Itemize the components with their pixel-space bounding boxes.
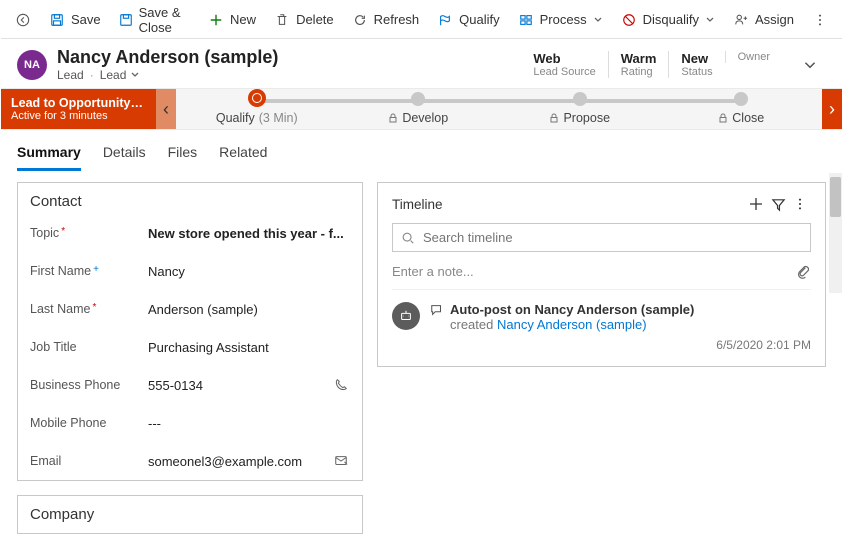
process-icon (518, 12, 534, 28)
required-indicator: * (61, 226, 65, 237)
tab-details[interactable]: Details (103, 140, 146, 171)
chevron-down-icon (705, 15, 715, 25)
disqualify-button[interactable]: Disqualify (613, 8, 723, 32)
chevron-down-icon (593, 15, 603, 25)
trash-icon (274, 12, 290, 28)
stage-node (734, 92, 748, 106)
post-type-icon (430, 303, 444, 317)
save-label: Save (71, 12, 101, 27)
timeline-add-button[interactable] (745, 193, 767, 215)
save-close-label: Save & Close (139, 5, 190, 35)
process-button[interactable]: Process (510, 8, 611, 32)
tab-summary[interactable]: Summary (17, 140, 81, 171)
scrollbar-thumb[interactable] (830, 177, 841, 217)
command-bar: Save Save & Close New Delete Refresh (1, 1, 842, 39)
assign-label: Assign (755, 12, 794, 27)
phone-icon[interactable] (332, 376, 350, 394)
company-section-title: Company (18, 496, 362, 527)
field-job-title[interactable]: Job Title Purchasing Assistant (18, 328, 362, 366)
form-selector[interactable]: Lead (100, 68, 141, 82)
timeline-post[interactable]: Auto-post on Nancy Anderson (sample) cre… (392, 290, 811, 356)
disqualify-icon (621, 12, 637, 28)
tab-files[interactable]: Files (168, 140, 198, 171)
stage-develop[interactable]: Develop (338, 89, 500, 129)
field-last-name[interactable]: Last Name* Anderson (sample) (18, 290, 362, 328)
bot-avatar-icon (392, 302, 420, 330)
separator-dot: · (90, 68, 94, 82)
timeline-search[interactable] (392, 223, 811, 252)
company-section: Company (17, 495, 363, 534)
field-business-phone[interactable]: Business Phone 555-0134 (18, 366, 362, 404)
plus-icon (208, 12, 224, 28)
back-button[interactable] (7, 8, 39, 32)
new-button[interactable]: New (200, 8, 264, 32)
timeline-note-row[interactable]: Enter a note... (392, 260, 811, 290)
field-first-name[interactable]: First Name+ Nancy (18, 252, 362, 290)
field-topic[interactable]: Topic* New store opened this year - f... (18, 214, 362, 252)
save-button[interactable]: Save (41, 8, 109, 32)
attachment-icon[interactable] (796, 264, 811, 279)
stage-close[interactable]: Close (661, 89, 823, 129)
stage-qualify[interactable]: Qualify (3 Min) (176, 89, 338, 129)
header-fields: Web Lead Source Warm Rating New Status O… (521, 51, 782, 78)
new-label: New (230, 12, 256, 27)
disqualify-label: Disqualify (643, 12, 699, 27)
contact-section-title: Contact (18, 183, 362, 214)
stage-node (573, 92, 587, 106)
save-icon (49, 12, 65, 28)
header-lead-source[interactable]: Web Lead Source (521, 51, 607, 78)
contact-section: Contact Topic* New store opened this yea… (17, 182, 363, 481)
header-status[interactable]: New Status (668, 51, 724, 78)
assign-icon (733, 12, 749, 28)
post-timestamp: 6/5/2020 2:01 PM (430, 338, 811, 352)
breadcrumb: Lead · Lead (57, 68, 278, 82)
stage-node (411, 92, 425, 106)
vertical-scrollbar[interactable] (829, 173, 842, 293)
field-email[interactable]: Email someonel3@example.com (18, 442, 362, 480)
stage-node-active (248, 89, 266, 107)
stage-propose[interactable]: Propose (499, 89, 661, 129)
save-close-button[interactable]: Save & Close (111, 1, 198, 39)
timeline-more-button[interactable] (789, 193, 811, 215)
assign-button[interactable]: Assign (725, 8, 802, 32)
business-process-flow: Lead to Opportunity Sale... Active for 3… (1, 88, 842, 130)
required-indicator: * (92, 302, 96, 313)
post-record-link[interactable]: Nancy Anderson (sample) (497, 317, 647, 332)
delete-label: Delete (296, 12, 334, 27)
timeline-filter-button[interactable] (767, 193, 789, 215)
qualify-icon (437, 12, 453, 28)
qualify-button[interactable]: Qualify (429, 8, 507, 32)
save-close-icon (119, 12, 133, 28)
timeline-search-input[interactable] (421, 229, 802, 246)
refresh-label: Refresh (374, 12, 420, 27)
record-header: NA Nancy Anderson (sample) Lead · Lead W… (1, 39, 842, 88)
field-mobile-phone[interactable]: Mobile Phone --- (18, 404, 362, 442)
record-title: Nancy Anderson (sample) (57, 47, 278, 68)
email-icon[interactable] (332, 452, 350, 470)
process-flag[interactable]: Lead to Opportunity Sale... Active for 3… (1, 89, 156, 129)
chevron-left-circle-icon (15, 12, 31, 28)
process-prev-button[interactable] (156, 89, 176, 129)
refresh-button[interactable]: Refresh (344, 8, 428, 32)
header-expand-button[interactable] (782, 57, 830, 73)
header-rating[interactable]: Warm Rating (608, 51, 669, 78)
recommended-indicator: + (93, 264, 99, 275)
more-vertical-icon (812, 12, 828, 28)
form-tabs: Summary Details Files Related (1, 130, 842, 172)
note-placeholder: Enter a note... (392, 264, 474, 279)
search-icon (401, 231, 415, 245)
overflow-button[interactable] (804, 8, 836, 32)
process-next-button[interactable] (822, 89, 842, 129)
post-title: Auto-post on Nancy Anderson (sample) (450, 302, 694, 317)
avatar: NA (17, 50, 47, 80)
header-owner[interactable]: Owner (725, 51, 782, 63)
entity-name: Lead (57, 68, 84, 82)
process-label: Process (540, 12, 587, 27)
timeline-title: Timeline (392, 197, 443, 212)
qualify-label: Qualify (459, 12, 499, 27)
tab-related[interactable]: Related (219, 140, 267, 171)
delete-button[interactable]: Delete (266, 8, 342, 32)
refresh-icon (352, 12, 368, 28)
timeline-card: Timeline (377, 182, 826, 367)
